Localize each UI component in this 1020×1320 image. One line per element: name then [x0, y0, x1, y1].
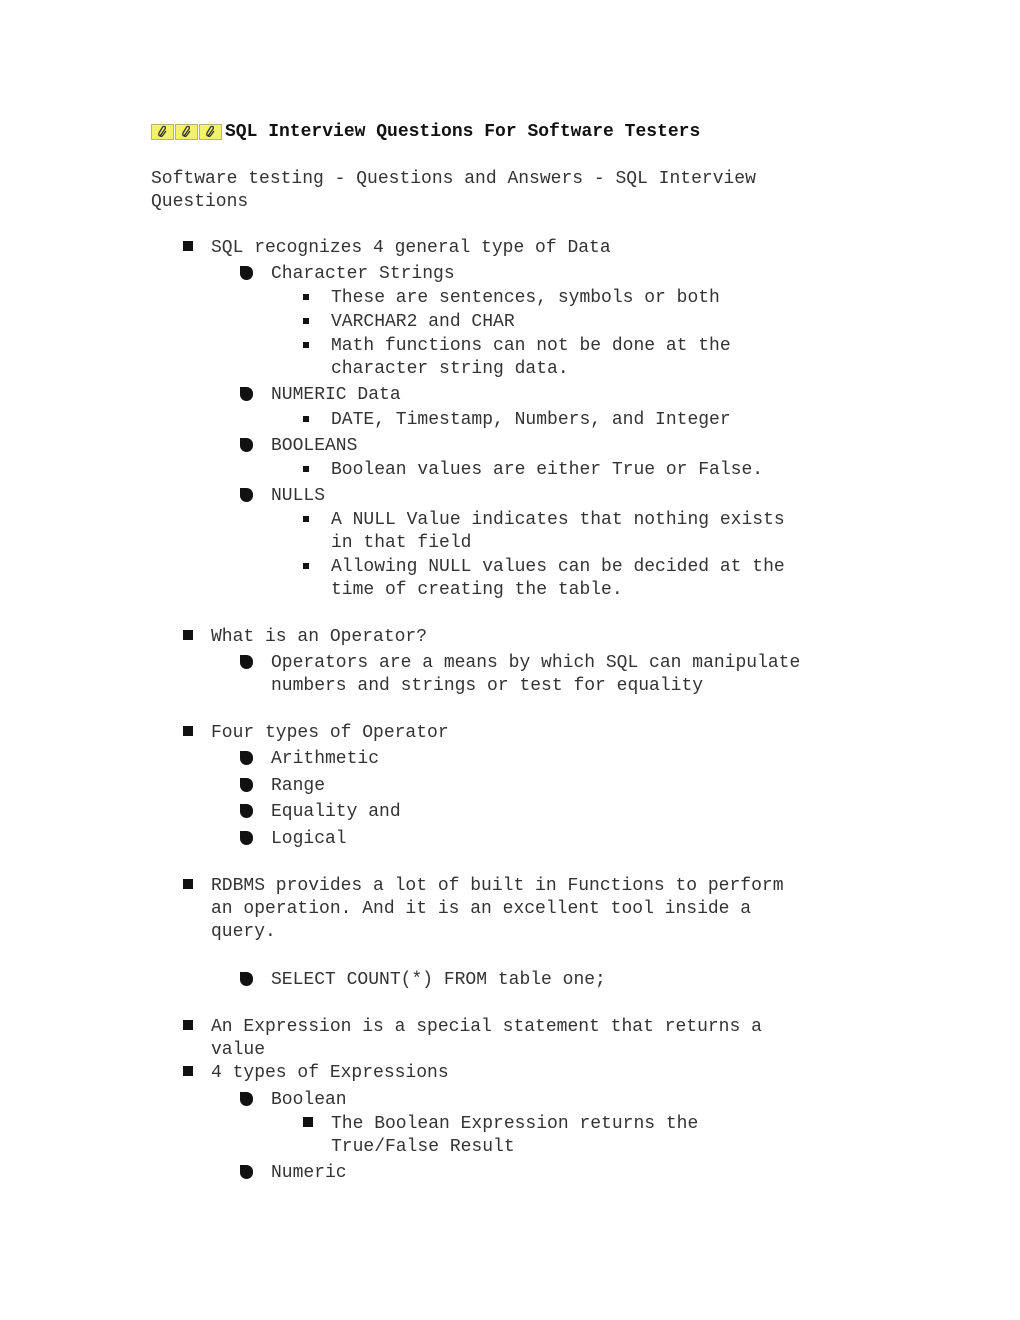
small-square-bullet-icon [303, 466, 309, 472]
list-item-level-3: The Boolean Expression returns the True/F… [331, 1113, 698, 1159]
square-bullet-icon [183, 1066, 193, 1076]
list-item-level-2: NULLS [271, 485, 325, 508]
list-item-line: An Expression is a special statement tha… [211, 1017, 762, 1037]
list-item-level-3: VARCHAR2 and CHAR [331, 311, 515, 334]
list-item-line: query. [211, 922, 276, 942]
list-item-level-2: Operators are a means by which SQL can m… [271, 652, 800, 698]
list-item-line: What is an Operator? [211, 627, 428, 647]
square-bullet-icon [303, 1117, 313, 1127]
list-item-level-2: Arithmetic [271, 748, 379, 771]
list-item-level-1: What is an Operator? [211, 626, 427, 649]
list-item-line: Numeric [271, 1163, 347, 1183]
list-item-level-2: Boolean [271, 1089, 347, 1112]
document-page: SQL Interview Questions For Software Tes… [0, 0, 1020, 1320]
title-icons [151, 124, 223, 140]
list-item-line: BOOLEANS [271, 436, 358, 456]
small-square-bullet-icon [303, 516, 309, 522]
list-item-line: value [211, 1040, 266, 1060]
leaf-bullet-icon [240, 655, 253, 669]
list-item-line: 4 types of Expressions [211, 1063, 449, 1083]
document-title-row: SQL Interview Questions For Software Tes… [151, 121, 700, 143]
leaf-bullet-icon [240, 387, 253, 401]
list-item-level-1: Four types of Operator [211, 722, 449, 745]
leaf-bullet-icon [240, 266, 253, 280]
list-item-line: Boolean values are either True or False. [331, 460, 764, 480]
leaf-bullet-icon [240, 1092, 253, 1106]
small-square-bullet-icon [303, 294, 309, 300]
list-item-line: time of creating the table. [331, 580, 623, 600]
square-bullet-icon [183, 879, 193, 889]
paperclip-icon [151, 124, 174, 140]
list-item-level-3: Boolean values are either True or False. [331, 459, 763, 482]
paperclip-icon [199, 124, 222, 140]
list-item-line: numbers and strings or test for equality [271, 676, 704, 696]
list-item-line: character string data. [331, 359, 569, 379]
document-title: SQL Interview Questions For Software Tes… [225, 122, 701, 142]
list-item-line: DATE, Timestamp, Numbers, and Integer [331, 410, 731, 430]
list-item-line: Range [271, 776, 326, 796]
list-item-level-2: BOOLEANS [271, 435, 357, 458]
list-item-level-3: DATE, Timestamp, Numbers, and Integer [331, 409, 731, 432]
list-item-line: NUMERIC Data [271, 385, 401, 405]
leaf-bullet-icon [240, 804, 253, 818]
list-item-level-1: An Expression is a special statement tha… [211, 1016, 762, 1062]
list-item-level-1: RDBMS provides a lot of built in Functio… [211, 875, 784, 944]
list-item-line: NULLS [271, 486, 326, 506]
leaf-bullet-icon [240, 751, 253, 765]
small-square-bullet-icon [303, 416, 309, 422]
list-item-level-2: NUMERIC Data [271, 384, 401, 407]
leaf-bullet-icon [240, 831, 253, 845]
list-item-level-2: Range [271, 775, 325, 798]
list-item-level-1: 4 types of Expressions [211, 1062, 449, 1085]
list-item-level-3: Allowing NULL values can be decided at t… [331, 556, 785, 602]
paperclip-icon [175, 124, 198, 140]
list-item-level-3: These are sentences, symbols or both [331, 287, 720, 310]
list-item-line: in that field [331, 533, 472, 553]
small-square-bullet-icon [303, 342, 309, 348]
list-item-line: Logical [271, 829, 347, 849]
list-item-line: SELECT COUNT(*) FROM table one; [271, 970, 606, 990]
leaf-bullet-icon [240, 778, 253, 792]
list-item-level-2: Numeric [271, 1162, 347, 1185]
square-bullet-icon [183, 241, 193, 251]
list-item-level-3: A NULL Value indicates that nothing exis… [331, 509, 785, 555]
list-item-level-2: Logical [271, 828, 347, 851]
list-item-line: A NULL Value indicates that nothing exis… [331, 510, 785, 530]
small-square-bullet-icon [303, 318, 309, 324]
list-item-line: Four types of Operator [211, 723, 449, 743]
list-item-level-2: Equality and [271, 801, 401, 824]
list-item-level-3: Math functions can not be done at the cha… [331, 335, 731, 381]
subtitle-line: Questions [151, 192, 249, 212]
subtitle-line: Software testing - Questions and Answers… [151, 169, 756, 189]
list-item-line: VARCHAR2 and CHAR [331, 312, 515, 332]
list-item-line: Arithmetic [271, 749, 380, 769]
list-item-line: Operators are a means by which SQL can m… [271, 653, 801, 673]
list-item-line: Boolean [271, 1090, 347, 1110]
list-item-line: Allowing NULL values can be decided at t… [331, 557, 785, 577]
leaf-bullet-icon [240, 1165, 253, 1179]
list-item-line: The Boolean Expression returns the [331, 1114, 699, 1134]
square-bullet-icon [183, 630, 193, 640]
list-item-line: Math functions can not be done at the [331, 336, 731, 356]
list-item-level-2: Character Strings [271, 263, 455, 286]
document-subtitle: Software testing - Questions and Answers… [151, 168, 851, 214]
list-item-level-1: SQL recognizes 4 general type of Data [211, 237, 611, 260]
list-item-line: True/False Result [331, 1137, 515, 1157]
leaf-bullet-icon [240, 438, 253, 452]
square-bullet-icon [183, 726, 193, 736]
square-bullet-icon [183, 1020, 193, 1030]
list-item-line: Character Strings [271, 264, 455, 284]
leaf-bullet-icon [240, 488, 253, 502]
list-item-line: RDBMS provides a lot of built in Functio… [211, 876, 784, 896]
list-item-level-2: SELECT COUNT(*) FROM table one; [271, 969, 606, 992]
list-item-line: SQL recognizes 4 general type of Data [211, 238, 611, 258]
small-square-bullet-icon [303, 563, 309, 569]
leaf-bullet-icon [240, 972, 253, 986]
list-item-line: These are sentences, symbols or both [331, 288, 720, 308]
list-item-line: an operation. And it is an excellent too… [211, 899, 752, 919]
list-item-line: Equality and [271, 802, 401, 822]
